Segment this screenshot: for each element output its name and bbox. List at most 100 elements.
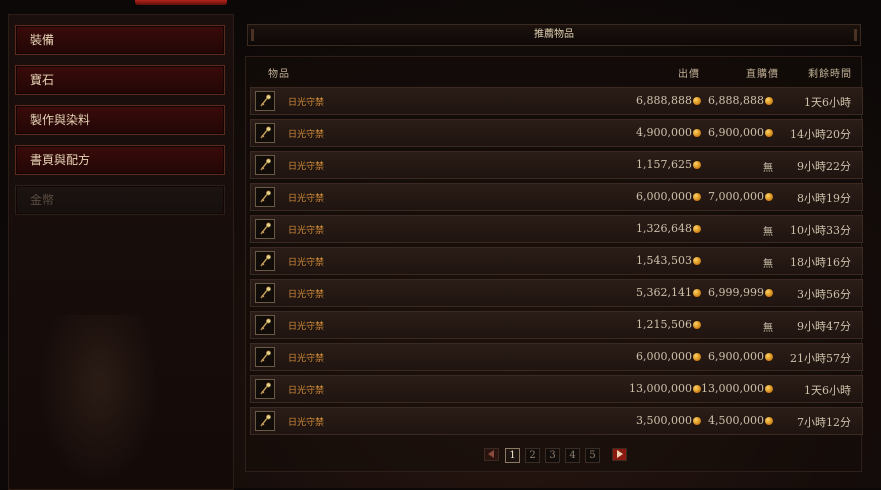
item-name[interactable]: 日光守禁 [288,191,324,204]
listing-row[interactable]: 日光守禁 13,000,000 13,000,000 1天6小時 [250,375,863,403]
gold-coin-icon [765,129,773,137]
sidebar-category-4[interactable]: 書頁與配方 [15,145,225,175]
bid-value: 1,157,625 [636,158,692,171]
page-button-5[interactable]: 5 [585,448,600,463]
item-name[interactable]: 日光守禁 [288,319,324,332]
listing-row[interactable]: 日光守禁 6,000,000 6,900,000 21小時57分 [250,343,863,371]
item-name[interactable]: 日光守禁 [288,159,324,172]
time-left: 9小時47分 [797,320,851,333]
buyout-value: 4,500,000 [708,414,764,427]
listing-row[interactable]: 日光守禁 6,888,888 6,888,888 1天6小時 [250,87,863,115]
bid-value: 1,326,648 [636,222,692,235]
gold-coin-icon [693,257,701,265]
gold-coin-icon [693,161,701,169]
page-button-2[interactable]: 2 [525,448,540,463]
listing-row[interactable]: 日光守禁 4,900,000 6,900,000 14小時20分 [250,119,863,147]
featured-items-header: 推薦物品 [247,24,861,46]
column-header-time-left[interactable]: 剩餘時間 [808,65,852,80]
gold-coin-icon [693,289,701,297]
bid-value: 1,215,506 [636,318,692,331]
gold-coin-icon [693,193,701,201]
listing-row[interactable]: 日光守禁 1,157,625 無 9小時22分 [250,151,863,179]
buyout-value: 6,888,888 [708,94,764,107]
page-button-3[interactable]: 3 [545,448,560,463]
header-title: 推薦物品 [534,29,574,40]
gold-coin-icon [765,193,773,201]
time-left: 21小時57分 [790,352,851,365]
bid-value: 6,888,888 [636,94,692,107]
panel-footer [245,476,862,488]
sidebar-category-3[interactable]: 製作與染料 [15,105,225,135]
column-header-item[interactable]: 物品 [268,65,290,80]
gold-coin-icon [693,97,701,105]
column-header-buyout[interactable]: 直購價 [746,65,779,80]
item-name[interactable]: 日光守禁 [288,415,324,428]
buyout-value: 13,000,000 [701,382,764,395]
bid-value: 1,543,503 [636,254,692,267]
sidebar-category-2[interactable]: 寶石 [15,65,225,95]
gold-coin-icon [693,353,701,361]
gold-coin-icon [693,417,701,425]
buyout-none: 無 [763,259,773,270]
buyout-none: 無 [763,323,773,334]
bid-value: 13,000,000 [629,382,692,395]
scepter-icon[interactable] [255,123,275,143]
time-left: 10小時33分 [790,224,851,237]
listing-row[interactable]: 日光守禁 6,000,000 7,000,000 8小時19分 [250,183,863,211]
scepter-icon[interactable] [255,155,275,175]
listing-row[interactable]: 日光守禁 1,326,648 無 10小時33分 [250,215,863,243]
gold-coin-icon [765,417,773,425]
gold-coin-icon [765,97,773,105]
buyout-value: 6,999,999 [708,286,764,299]
gold-coin-icon [693,225,701,233]
prev-page-icon[interactable] [484,448,499,461]
scepter-icon[interactable] [255,411,275,431]
item-name[interactable]: 日光守禁 [288,95,324,108]
item-name[interactable]: 日光守禁 [288,351,324,364]
gold-coin-icon [765,289,773,297]
gold-coin-icon [693,129,701,137]
next-page-icon[interactable] [612,448,627,461]
listing-row[interactable]: 日光守禁 1,215,506 無 9小時47分 [250,311,863,339]
sidebar-category-5: 金幣 [15,185,225,215]
page-button-4[interactable]: 4 [565,448,580,463]
listing-row[interactable]: 日光守禁 5,362,141 6,999,999 3小時56分 [250,279,863,307]
time-left: 1天6小時 [804,96,851,109]
gold-coin-icon [765,353,773,361]
bid-value: 5,362,141 [636,286,692,299]
bid-value: 3,500,000 [636,414,692,427]
item-name[interactable]: 日光守禁 [288,127,324,140]
time-left: 14小時20分 [790,128,851,141]
scepter-icon[interactable] [255,315,275,335]
buyout-none: 無 [763,163,773,174]
item-name[interactable]: 日光守禁 [288,383,324,396]
page-button-1[interactable]: 1 [505,448,520,463]
listing-row[interactable]: 日光守禁 1,543,503 無 18小時16分 [250,247,863,275]
buyout-value: 7,000,000 [708,190,764,203]
item-name[interactable]: 日光守禁 [288,287,324,300]
item-name[interactable]: 日光守禁 [288,255,324,268]
buyout-none: 無 [763,227,773,238]
scepter-icon[interactable] [255,187,275,207]
sidebar-category-1[interactable]: 裝備 [15,25,225,55]
time-left: 1天6小時 [804,384,851,397]
bid-value: 6,000,000 [636,350,692,363]
scepter-icon[interactable] [255,347,275,367]
item-name[interactable]: 日光守禁 [288,223,324,236]
buyout-value: 6,900,000 [708,126,764,139]
top-ornament [135,0,227,5]
listing-row[interactable]: 日光守禁 3,500,000 4,500,000 7小時12分 [250,407,863,435]
scepter-icon[interactable] [255,219,275,239]
gold-coin-icon [765,385,773,393]
gold-coin-icon [693,385,701,393]
column-header-bid[interactable]: 出價 [678,65,700,80]
bid-value: 4,900,000 [636,126,692,139]
bid-value: 6,000,000 [636,190,692,203]
scepter-icon[interactable] [255,283,275,303]
buyout-value: 6,900,000 [708,350,764,363]
time-left: 7小時12分 [797,416,851,429]
scepter-icon[interactable] [255,251,275,271]
scepter-icon[interactable] [255,91,275,111]
scepter-icon[interactable] [255,379,275,399]
time-left: 9小時22分 [797,160,851,173]
